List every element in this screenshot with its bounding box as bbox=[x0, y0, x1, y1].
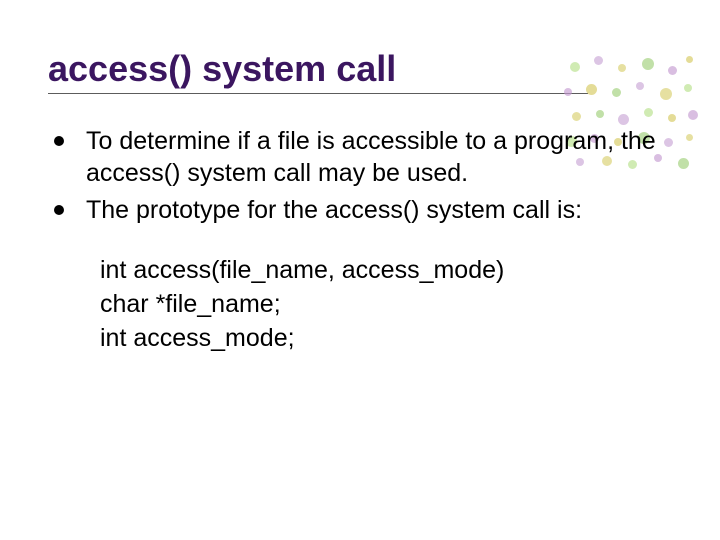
title-underline bbox=[48, 93, 588, 94]
slide: access() system call To determine if a f… bbox=[0, 0, 720, 540]
slide-title: access() system call bbox=[48, 48, 672, 89]
slide-body: To determine if a file is accessible to … bbox=[48, 126, 672, 355]
code-line: int access(file_name, access_mode) bbox=[100, 254, 672, 288]
bullet-list: To determine if a file is accessible to … bbox=[48, 126, 672, 226]
code-block: int access(file_name, access_mode) char … bbox=[100, 254, 672, 355]
bullet-item: The prototype for the access() system ca… bbox=[48, 195, 672, 226]
code-line: int access_mode; bbox=[100, 322, 672, 356]
bullet-item: To determine if a file is accessible to … bbox=[48, 126, 672, 189]
code-line: char *file_name; bbox=[100, 288, 672, 322]
